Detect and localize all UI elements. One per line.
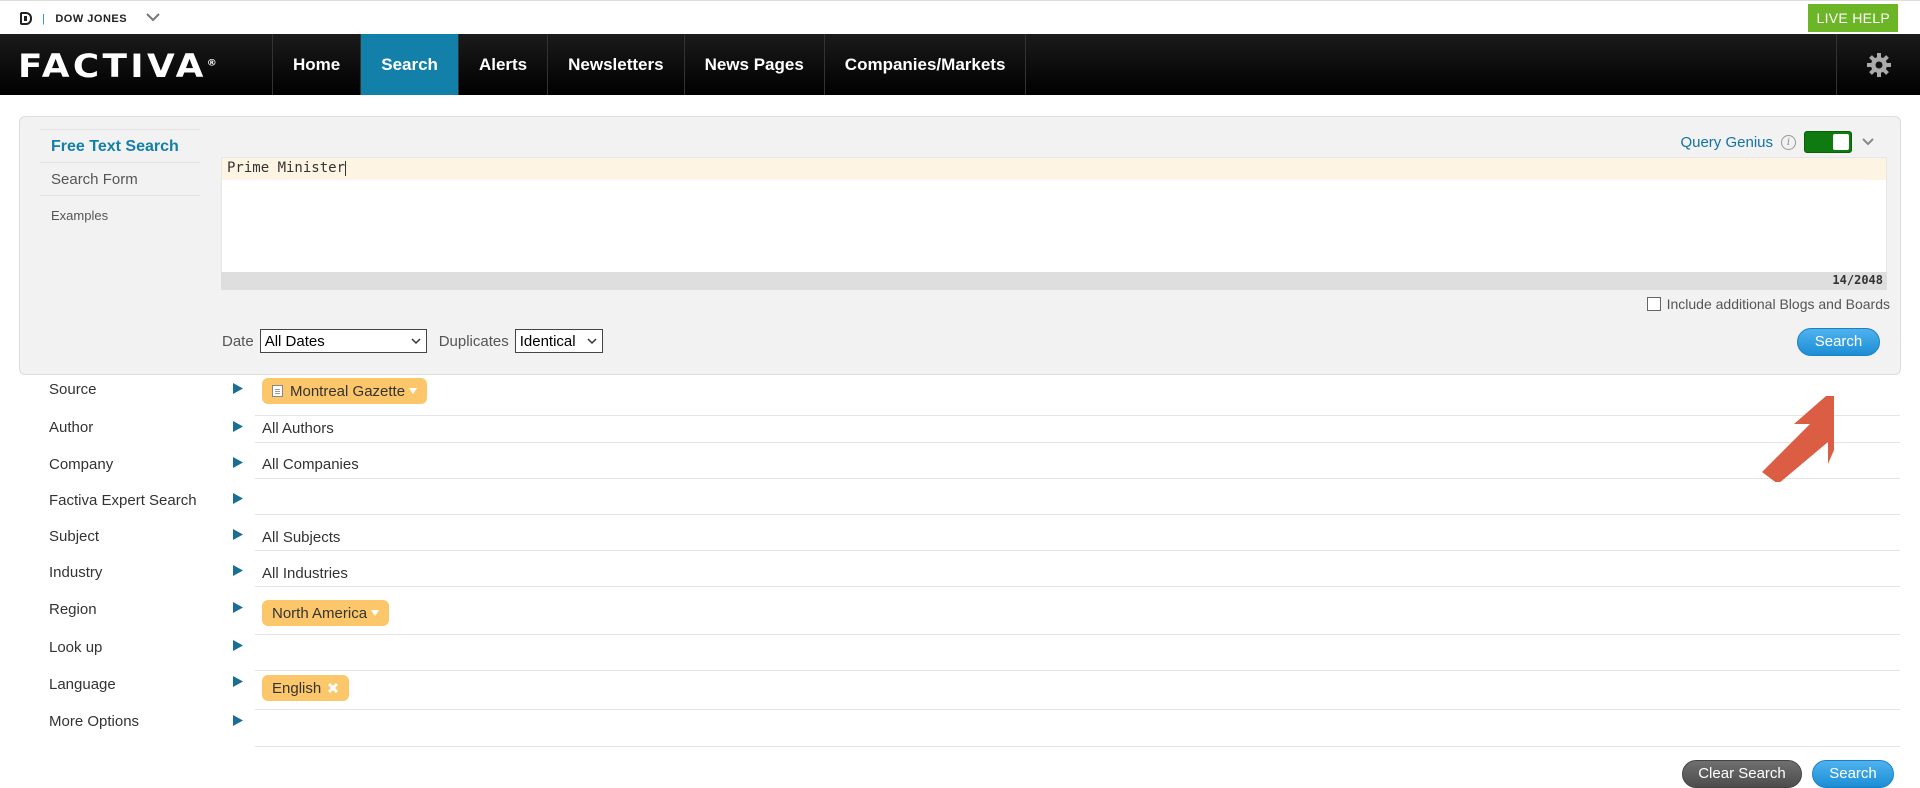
dow-jones-logo-icon — [20, 12, 32, 25]
criteria-label[interactable]: Subject — [49, 528, 99, 545]
triangle-right-icon[interactable] — [232, 675, 244, 688]
criteria-value: All Industries — [262, 565, 348, 582]
criteria-value: All Companies — [262, 456, 359, 473]
triangle-right-icon[interactable] — [232, 382, 244, 395]
criteria-label[interactable]: Industry — [49, 564, 102, 581]
duplicates-select[interactable]: Identical — [514, 329, 603, 353]
criteria-label[interactable]: Author — [49, 419, 93, 436]
chevron-down-icon[interactable] — [409, 388, 418, 394]
nav-item-companies-markets[interactable]: Companies/Markets — [825, 34, 1027, 95]
search-button-bottom[interactable]: Search — [1812, 760, 1894, 788]
criteria-value: All Subjects — [262, 529, 341, 546]
search-button[interactable]: Search — [1797, 328, 1880, 356]
text-caret — [345, 160, 347, 176]
document-icon — [272, 385, 283, 397]
date-label: Date — [222, 332, 254, 350]
dow-jones-logo[interactable]: | DOW JONES — [20, 12, 127, 25]
criteria-label[interactable]: Region — [49, 601, 97, 618]
criteria-label[interactable]: Source — [49, 381, 97, 398]
duplicates-label: Duplicates — [438, 332, 509, 350]
tab-search-form[interactable]: Search Form — [40, 162, 200, 195]
nav-items: Home Search Alerts Newsletters News Page… — [272, 34, 1027, 95]
search-panel: Free Text Search Search Form Examples Qu… — [19, 116, 1901, 375]
main-navigation: FACTIVA® Home Search Alerts Newsletters … — [0, 34, 1920, 95]
triangle-right-icon[interactable] — [232, 601, 244, 614]
date-duplicates-filters: Date All Dates Duplicates Identical — [222, 329, 603, 353]
criteria-label[interactable]: Factiva Expert Search — [49, 492, 197, 509]
date-select[interactable]: All Dates — [259, 329, 427, 353]
query-textarea[interactable]: Prime Minister — [221, 157, 1887, 277]
blogs-boards-label[interactable]: Include additional Blogs and Boards — [1667, 296, 1890, 312]
settings-button[interactable] — [1836, 34, 1920, 95]
blogs-boards-option[interactable]: Include additional Blogs and Boards — [1646, 296, 1890, 312]
source-pill[interactable]: Montreal Gazette — [262, 378, 428, 404]
region-pill[interactable]: North America — [262, 600, 390, 626]
close-icon[interactable] — [327, 682, 339, 694]
clear-search-button[interactable]: Clear Search — [1682, 760, 1802, 788]
nav-item-alerts[interactable]: Alerts — [459, 34, 549, 95]
chevron-down-icon — [411, 338, 421, 345]
live-help-button[interactable]: LIVE HELP — [1808, 4, 1898, 32]
chevron-down-icon[interactable] — [1860, 134, 1876, 150]
factiva-logo[interactable]: FACTIVA® — [18, 47, 217, 85]
nav-item-newsletters[interactable]: Newsletters — [548, 34, 685, 95]
triangle-right-icon[interactable] — [232, 639, 244, 652]
query-text: Prime Minister — [227, 160, 346, 176]
criteria-label[interactable]: Look up — [49, 639, 102, 656]
triangle-right-icon[interactable] — [232, 420, 244, 433]
character-counter: 14/2048 — [1832, 273, 1883, 287]
top-bar: | DOW JONES LIVE HELP — [0, 0, 1920, 34]
nav-item-home[interactable]: Home — [273, 34, 362, 95]
chevron-down-icon — [587, 338, 597, 345]
nav-item-search[interactable]: Search — [361, 34, 459, 95]
gear-icon — [1866, 52, 1891, 77]
tab-free-text-search[interactable]: Free Text Search — [40, 129, 200, 162]
dow-jones-brand: DOW JONES — [55, 12, 128, 25]
language-pill[interactable]: English — [262, 675, 350, 701]
criteria-label[interactable]: Company — [49, 456, 113, 473]
criteria-label[interactable]: Language — [49, 676, 116, 693]
triangle-right-icon[interactable] — [232, 492, 244, 505]
criteria-label[interactable]: More Options — [49, 713, 139, 730]
blogs-boards-checkbox[interactable] — [1646, 297, 1661, 311]
query-genius-toggle[interactable] — [1804, 131, 1852, 153]
chevron-down-icon[interactable] — [371, 610, 380, 616]
search-mode-tabs: Free Text Search Search Form Examples — [40, 129, 200, 235]
query-genius: Query Genius i — [1680, 131, 1876, 153]
triangle-right-icon[interactable] — [232, 564, 244, 577]
triangle-right-icon[interactable] — [232, 456, 244, 469]
triangle-right-icon[interactable] — [232, 714, 244, 727]
tab-examples[interactable]: Examples — [40, 195, 200, 235]
query-genius-label[interactable]: Query Genius — [1680, 134, 1773, 151]
info-icon[interactable]: i — [1781, 134, 1796, 150]
triangle-right-icon[interactable] — [232, 528, 244, 541]
character-counter-bar: 14/2048 — [221, 272, 1887, 290]
annotation-arrow-icon — [1762, 396, 1834, 482]
chevron-down-icon[interactable] — [145, 9, 161, 25]
criteria-value: All Authors — [262, 420, 334, 437]
nav-item-news-pages[interactable]: News Pages — [685, 34, 825, 95]
